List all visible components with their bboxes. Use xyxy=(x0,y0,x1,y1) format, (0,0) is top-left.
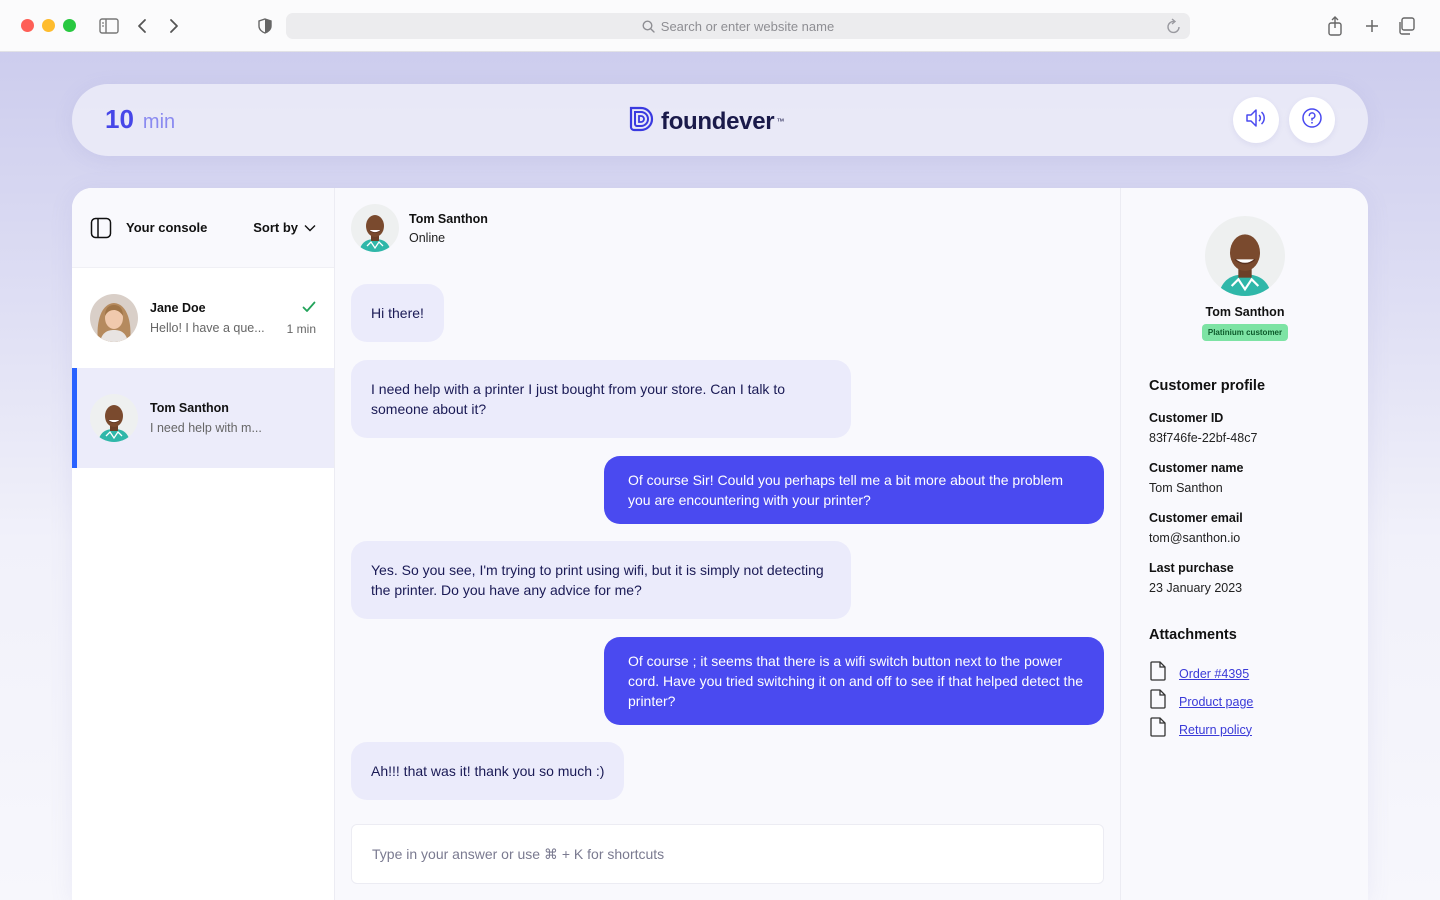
console-header: Your console Sort by xyxy=(72,188,334,268)
message-outgoing: Of course ; it seems that there is a wif… xyxy=(604,637,1104,725)
message-input-placeholder: Type in your answer or use ⌘ + K for sho… xyxy=(372,845,665,862)
attachment-link[interactable]: Return policy xyxy=(1179,723,1252,737)
message-incoming: Yes. So you see, I'm trying to print usi… xyxy=(351,541,851,619)
message-outgoing: Of course Sir! Could you perhaps tell me… xyxy=(604,456,1104,524)
read-check-icon xyxy=(302,300,316,318)
attachment-return-policy[interactable]: Return policy xyxy=(1149,717,1252,742)
attachment-order[interactable]: Order #4395 xyxy=(1149,661,1249,686)
attachments-title: Attachments xyxy=(1149,627,1237,643)
share-icon[interactable] xyxy=(1323,14,1347,38)
file-icon xyxy=(1149,717,1167,742)
file-icon xyxy=(1149,689,1167,714)
message-text: I need help with a printer I just bought… xyxy=(371,381,785,417)
panel-toggle-icon[interactable] xyxy=(90,217,112,239)
profile-name: Tom Santhon xyxy=(1205,305,1285,319)
brand-trademark: ™ xyxy=(776,117,785,126)
field-label: Customer email xyxy=(1149,511,1243,525)
profile-section-title: Customer profile xyxy=(1149,378,1266,394)
message-text: Of course Sir! Could you perhaps tell me… xyxy=(628,472,1063,508)
app-header: 10 min foundever ™ xyxy=(72,84,1368,156)
avatar xyxy=(90,394,138,442)
speaker-icon xyxy=(1244,107,1268,134)
message-incoming: I need help with a printer I just bought… xyxy=(351,360,851,438)
field-value: 23 January 2023 xyxy=(1149,581,1243,595)
sound-button[interactable] xyxy=(1233,97,1279,143)
help-button[interactable] xyxy=(1289,97,1335,143)
sort-by-dropdown[interactable]: Sort by xyxy=(253,220,316,235)
search-icon xyxy=(642,19,655,33)
address-bar[interactable]: Search or enter website name xyxy=(286,13,1190,39)
conversation-time: 1 min xyxy=(286,322,316,336)
customer-profile-panel: Tom Santhon Platinium customer Customer … xyxy=(1120,188,1368,900)
console-title: Your console xyxy=(126,220,208,235)
conversation-item-tom-santhon[interactable]: Tom Santhon I need help with m... xyxy=(72,368,334,468)
conversation-item-jane-doe[interactable]: Jane Doe Hello! I have a que... 1 min xyxy=(72,268,334,368)
avatar xyxy=(1205,216,1285,296)
chat-panel: Tom Santhon Online Hi there! I need help… xyxy=(335,188,1120,900)
forward-icon[interactable] xyxy=(162,14,186,38)
field-customer-email: Customer email tom@santhon.io xyxy=(1149,511,1243,545)
sidebar-toggle-icon[interactable] xyxy=(97,14,121,38)
field-value: 83f746fe-22bf-48c7 xyxy=(1149,431,1258,445)
timer-value: 10 xyxy=(105,104,134,134)
new-tab-icon[interactable] xyxy=(1360,14,1384,38)
minimize-window-button[interactable] xyxy=(42,19,55,32)
message-incoming: Hi there! xyxy=(351,284,444,342)
attachment-link[interactable]: Order #4395 xyxy=(1179,667,1249,681)
attachment-product-page[interactable]: Product page xyxy=(1149,689,1253,714)
field-label: Last purchase xyxy=(1149,561,1234,575)
field-value: tom@santhon.io xyxy=(1149,531,1241,545)
status-badge: Platinium customer xyxy=(1201,324,1289,341)
browser-toolbar: Search or enter website name xyxy=(0,0,1440,52)
conversation-preview: I need help with m... xyxy=(150,421,262,435)
message-text: Hi there! xyxy=(371,305,424,321)
session-timer: 10 min xyxy=(105,104,175,135)
message-text: Yes. So you see, I'm trying to print usi… xyxy=(371,562,824,598)
field-value: Tom Santhon xyxy=(1149,481,1223,495)
message-incoming: Ah!!! that was it! thank you so much :) xyxy=(351,742,625,800)
sort-by-label: Sort by xyxy=(253,220,298,235)
message-text: Ah!!! that was it! thank you so much :) xyxy=(371,763,605,779)
conversation-name: Jane Doe xyxy=(150,301,206,315)
brand-name: foundever xyxy=(661,107,775,135)
field-label: Customer name xyxy=(1149,461,1244,475)
back-icon[interactable] xyxy=(130,14,154,38)
timer-unit: min xyxy=(142,111,176,133)
address-placeholder: Search or enter website name xyxy=(660,18,835,34)
conversation-preview: Hello! I have a que... xyxy=(150,321,265,335)
field-label: Customer ID xyxy=(1149,411,1224,425)
console-sidebar: Your console Sort by Jane Doe Hello! I h… xyxy=(72,188,335,900)
window-controls xyxy=(21,19,76,32)
help-icon xyxy=(1301,107,1323,134)
field-last-purchase: Last purchase 23 January 2023 xyxy=(1149,561,1242,595)
message-text: Of course ; it seems that there is a wif… xyxy=(628,653,1084,709)
field-customer-name: Customer name Tom Santhon xyxy=(1149,461,1243,495)
chat-header: Tom Santhon Online xyxy=(351,204,488,252)
brand-logo: foundever ™ xyxy=(625,104,784,139)
avatar xyxy=(90,294,138,342)
close-window-button[interactable] xyxy=(21,19,34,32)
chevron-down-icon xyxy=(304,220,316,235)
attachment-link[interactable]: Product page xyxy=(1179,695,1253,709)
conversation-name: Tom Santhon xyxy=(150,401,229,415)
reload-icon[interactable] xyxy=(1166,17,1182,35)
file-icon xyxy=(1149,661,1167,686)
avatar xyxy=(351,204,399,252)
field-customer-id: Customer ID 83f746fe-22bf-48c7 xyxy=(1149,411,1257,445)
message-input[interactable]: Type in your answer or use ⌘ + K for sho… xyxy=(351,824,1104,884)
privacy-shield-icon[interactable] xyxy=(253,14,277,38)
tab-overview-icon[interactable] xyxy=(1394,14,1418,38)
main-panel: Your console Sort by Jane Doe Hello! I h… xyxy=(72,188,1368,900)
foundever-logo-icon xyxy=(625,104,655,139)
contact-name: Tom Santhon xyxy=(409,211,488,226)
zoom-window-button[interactable] xyxy=(63,19,76,32)
contact-status: Online xyxy=(409,230,446,245)
